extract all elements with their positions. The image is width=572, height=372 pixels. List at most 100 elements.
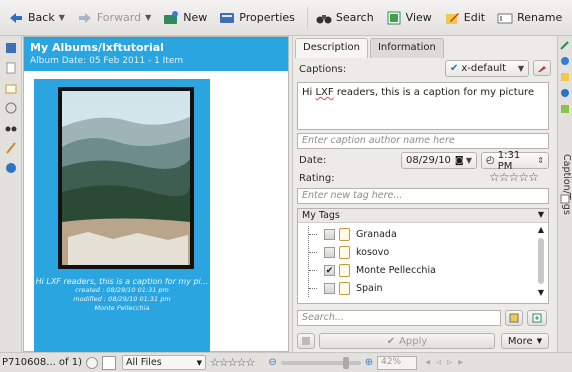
tab-description[interactable]: Description [295, 38, 368, 58]
revert-button[interactable] [297, 333, 315, 349]
scroll-up-icon[interactable]: ▲ [536, 225, 546, 234]
item-count: P710608... of 1) [2, 357, 82, 368]
tag-checkbox-checked[interactable]: ✔ [324, 265, 335, 276]
tag-folder-icon [339, 264, 350, 277]
mountain-photo [62, 91, 190, 265]
time-spin-icon: ⇕ [537, 156, 544, 165]
star-icon[interactable]: ☆ [509, 170, 520, 184]
tags-scrollbar[interactable]: ▲ ▼ [536, 225, 546, 303]
right-sidebar-tabs: Caption/Tags [557, 36, 572, 352]
star-icon[interactable]: ☆ [518, 170, 529, 184]
more-caret-icon: ▼ [536, 337, 543, 345]
selected-image-thumbnail[interactable]: Hi LXF readers, this is a caption for my… [34, 79, 210, 354]
tag-filter-button[interactable] [505, 310, 523, 326]
album-header: My Albums/lxftutorial Album Date: 05 Feb… [24, 37, 288, 71]
view-button[interactable]: View [382, 5, 436, 31]
filters-tab-icon[interactable] [559, 193, 571, 205]
caption-author-input[interactable]: Enter caption author name here [297, 133, 549, 149]
forward-menu-caret-icon[interactable]: ▼ [145, 13, 151, 22]
delete-caption-button[interactable] [533, 60, 551, 76]
nav-last-icon[interactable]: ▸ [458, 357, 463, 368]
tag-row-kosovo[interactable]: kosovo [308, 244, 389, 261]
calendar-tab-icon[interactable] [3, 100, 19, 116]
rating-filter[interactable]: ☆☆☆☆☆ [210, 356, 255, 369]
back-arrow-icon [8, 10, 24, 26]
tag-row-monte-pellecchia[interactable]: ✔ Monte Pellecchia [308, 262, 436, 279]
search-button[interactable]: Search [312, 5, 378, 31]
time-picker[interactable]: ◴ 1:31 PM ⇕ [481, 150, 549, 172]
metadata-tab-icon[interactable] [559, 55, 571, 67]
zoom-slider[interactable] [280, 356, 361, 369]
more-button[interactable]: More ▼ [501, 333, 549, 349]
nav-next-icon[interactable]: ▹ [447, 357, 452, 368]
tags-tree-header[interactable]: My Tags ▼ [298, 209, 548, 223]
date-picker[interactable]: 08/29/10 ◙ ▼ [401, 152, 477, 169]
thumbnail-caption: Hi LXF readers, this is a caption for my… [34, 277, 210, 313]
tree-branch [308, 244, 320, 261]
forward-button[interactable]: Forward ▼ [73, 5, 155, 31]
tag-label: Spain [356, 283, 383, 294]
apply-button[interactable]: ✔ Apply [319, 333, 495, 349]
tag-row-spain[interactable]: Spain [308, 280, 383, 297]
edit-label: Edit [463, 11, 486, 24]
view-icon [386, 10, 402, 26]
apply-label: Apply [399, 335, 428, 347]
captions-label: Captions: [299, 64, 347, 75]
filter-icon [509, 313, 519, 323]
nav-home-icon[interactable]: ◃ [436, 357, 441, 368]
tag-checkbox[interactable] [324, 247, 335, 258]
new-button[interactable]: New [159, 5, 211, 31]
star-icon[interactable]: ☆ [499, 170, 510, 184]
search-tab-icon[interactable] [3, 120, 19, 136]
zoom-in-icon[interactable]: ⊕ [365, 357, 373, 368]
caption-textarea[interactable]: Hi LXF readers, this is a caption for my… [297, 82, 549, 130]
new-album-icon [163, 10, 179, 26]
scrollbar-thumb[interactable] [538, 238, 544, 284]
nav-previous-icon[interactable]: ◂ [425, 357, 430, 368]
color-label-filter[interactable] [102, 355, 116, 370]
album-date: Album Date: 05 Feb 2011 - 1 Item [30, 56, 184, 66]
mime-type-filter[interactable]: All Files ▼ [122, 355, 206, 370]
properties-label: Properties [239, 11, 295, 24]
tag-checkbox[interactable] [324, 283, 335, 294]
properties-tab-icon[interactable] [559, 39, 571, 51]
progress-indicator-icon [86, 356, 98, 369]
folder-tab-icon[interactable] [3, 80, 19, 96]
albums-tab-icon[interactable] [3, 40, 19, 56]
tag-row-granada[interactable]: Granada [308, 226, 397, 243]
rename-button[interactable]: Rename [493, 5, 566, 31]
zoom-level[interactable]: 42% [377, 355, 418, 370]
status-bar: P710608... of 1) All Files ▼ ☆☆☆☆☆ ⊖ ⊕ 4… [0, 352, 572, 372]
timeline-tab-icon[interactable] [3, 140, 19, 156]
star-icon[interactable]: ☆ [528, 170, 539, 184]
language-select[interactable]: ✔ x-default ▼ [445, 60, 529, 77]
tag-label: Granada [356, 229, 397, 240]
binoculars-icon [316, 10, 332, 26]
add-tag-button[interactable] [527, 310, 547, 326]
scroll-down-icon[interactable]: ▼ [536, 288, 546, 297]
zoom-slider-knob[interactable] [342, 356, 349, 369]
properties-button[interactable]: Properties [215, 5, 299, 31]
tag-search-input[interactable]: Search... [297, 310, 501, 326]
date-value: 08/29/10 [406, 155, 451, 166]
caption-tags-tab[interactable]: Caption/Tags [559, 154, 572, 215]
thumbnail-modified: modified : 08/29/10 01:31 pm [73, 295, 171, 303]
clock-icon: ◴ [486, 155, 495, 166]
edit-button[interactable]: Edit [440, 5, 489, 31]
geolocation-tab-icon[interactable] [559, 87, 571, 99]
apply-row: ✔ Apply More ▼ [297, 332, 549, 350]
tag-checkbox[interactable] [324, 229, 335, 240]
new-tag-input[interactable]: Enter new tag here... [297, 188, 549, 204]
tab-information[interactable]: Information [369, 38, 444, 58]
tags-tab-icon[interactable] [3, 60, 19, 76]
erase-icon [538, 66, 546, 72]
colors-tab-icon[interactable] [559, 71, 571, 83]
back-menu-caret-icon[interactable]: ▼ [59, 13, 65, 22]
versions-tab-icon[interactable] [559, 103, 571, 115]
back-button[interactable]: Back ▼ [4, 5, 69, 31]
tag-folder-icon [339, 228, 350, 241]
zoom-out-icon[interactable]: ⊖ [268, 357, 276, 368]
rating-stars[interactable]: ☆☆☆☆☆ [489, 170, 539, 184]
map-tab-icon[interactable] [3, 160, 19, 176]
star-icon[interactable]: ☆ [489, 170, 500, 184]
